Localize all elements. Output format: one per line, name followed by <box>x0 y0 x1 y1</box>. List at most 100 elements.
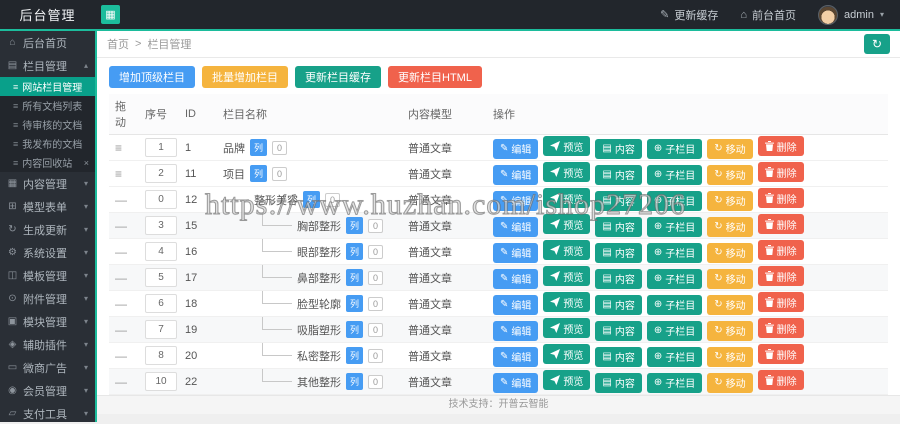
sidebar-item-10[interactable]: ▭ 微商广告 ▾ <box>0 356 95 379</box>
action-button-preview[interactable]: 预览 <box>543 344 591 365</box>
drag-handle-icon[interactable]: — <box>115 271 127 285</box>
action-button-subcolumn[interactable]: ⊕ 子栏目 <box>646 320 703 341</box>
sidebar-item-2[interactable]: ▦ 内容管理 ▾ <box>0 172 95 195</box>
toolbar-button-0[interactable]: 增加顶级栏目 <box>109 66 195 88</box>
action-button-move[interactable]: ↻ 移动 <box>707 164 753 185</box>
column-name[interactable]: 私密整形 <box>297 348 341 364</box>
drag-handle-icon[interactable]: — <box>115 349 127 363</box>
sidebar-subitem-4[interactable]: ≡ 内容回收站 × <box>0 153 95 172</box>
column-name[interactable]: 品牌 <box>223 140 245 156</box>
action-button-preview[interactable]: 预览 <box>543 292 591 313</box>
sidebar-item-12[interactable]: ▱ 支付工具 ▾ <box>0 402 95 424</box>
drag-handle-icon[interactable]: — <box>115 375 127 389</box>
sidebar-item-9[interactable]: ◈ 辅助插件 ▾ <box>0 333 95 356</box>
action-button-move[interactable]: ↻ 移动 <box>707 294 753 315</box>
action-button-preview[interactable]: 预览 <box>543 136 591 157</box>
sidebar-subitem-0[interactable]: ≡ 网站栏目管理 <box>0 77 95 96</box>
sort-input[interactable] <box>145 190 177 209</box>
action-button-delete[interactable]: 删除 <box>757 136 804 157</box>
sidebar-item-7[interactable]: ⊙ 附件管理 ▾ <box>0 287 95 310</box>
action-button-move[interactable]: ↻ 移动 <box>707 138 753 159</box>
toolbar-button-3[interactable]: 更新栏目HTML <box>388 66 482 88</box>
action-button-edit[interactable]: ✎ 编辑 <box>493 268 539 289</box>
front-home-link[interactable]: ⌂ 前台首页 <box>740 7 796 23</box>
action-button-move[interactable]: ↻ 移动 <box>707 190 753 211</box>
action-button-subcolumn[interactable]: ⊕ 子栏目 <box>646 294 703 315</box>
sidebar-subitem-3[interactable]: ≡ 我发布的文档 <box>0 134 95 153</box>
toolbar-button-1[interactable]: 批量增加栏目 <box>202 66 288 88</box>
action-button-subcolumn[interactable]: ⊕ 子栏目 <box>646 372 703 393</box>
action-button-subcolumn[interactable]: ⊕ 子栏目 <box>646 346 703 367</box>
menu-toggle-button[interactable]: ▦ <box>101 5 120 24</box>
action-button-move[interactable]: ↻ 移动 <box>707 346 753 367</box>
column-name[interactable]: 项目 <box>223 166 245 182</box>
action-button-content[interactable]: ▤ 内容 <box>595 346 642 367</box>
drag-handle-icon[interactable]: ≡ <box>115 141 122 155</box>
action-button-content[interactable]: ▤ 内容 <box>595 138 642 159</box>
sidebar-item-6[interactable]: ◫ 模板管理 ▾ <box>0 264 95 287</box>
list-badge[interactable]: 列 <box>346 217 364 234</box>
sidebar-item-3[interactable]: ⊞ 模型表单 ▾ <box>0 195 95 218</box>
drag-handle-icon[interactable]: — <box>115 219 127 233</box>
drag-handle-icon[interactable]: — <box>115 323 127 337</box>
sort-input[interactable] <box>145 372 177 391</box>
sort-input[interactable] <box>145 346 177 365</box>
action-button-edit[interactable]: ✎ 编辑 <box>493 216 539 237</box>
action-button-delete[interactable]: 删除 <box>757 240 804 261</box>
list-badge[interactable]: 列 <box>346 269 364 286</box>
column-name[interactable]: 眼部整形 <box>297 244 341 260</box>
column-name[interactable]: 鼻部整形 <box>297 270 341 286</box>
action-button-content[interactable]: ▤ 内容 <box>595 294 642 315</box>
action-button-edit[interactable]: ✎ 编辑 <box>493 346 539 367</box>
sort-input[interactable] <box>145 138 177 157</box>
sort-input[interactable] <box>145 320 177 339</box>
sort-input[interactable] <box>145 242 177 261</box>
drag-handle-icon[interactable]: — <box>115 297 127 311</box>
action-button-move[interactable]: ↻ 移动 <box>707 242 753 263</box>
action-button-delete[interactable]: 删除 <box>757 344 804 365</box>
sort-input[interactable] <box>145 216 177 235</box>
sidebar-item-8[interactable]: ▣ 模块管理 ▾ <box>0 310 95 333</box>
action-button-subcolumn[interactable]: ⊕ 子栏目 <box>646 216 703 237</box>
sidebar-item-4[interactable]: ↻ 生成更新 ▾ <box>0 218 95 241</box>
action-button-content[interactable]: ▤ 内容 <box>595 216 642 237</box>
action-button-content[interactable]: ▤ 内容 <box>595 320 642 341</box>
close-icon[interactable]: × <box>84 158 89 168</box>
column-name[interactable]: 吸脂塑形 <box>297 322 341 338</box>
sidebar-item-0[interactable]: ⌂ 后台首页 <box>0 31 95 54</box>
action-button-preview[interactable]: 预览 <box>543 162 591 183</box>
column-name[interactable]: 整形美容 <box>254 192 298 208</box>
list-badge[interactable]: 列 <box>346 295 364 312</box>
sidebar-item-1[interactable]: ▤ 栏目管理 ▴ <box>0 54 95 77</box>
action-button-subcolumn[interactable]: ⊕ 子栏目 <box>646 242 703 263</box>
user-menu[interactable]: admin ▾ <box>818 4 884 25</box>
action-button-edit[interactable]: ✎ 编辑 <box>493 242 539 263</box>
action-button-edit[interactable]: ✎ 编辑 <box>493 164 539 185</box>
breadcrumb-home-link[interactable]: 首页 <box>107 36 129 52</box>
action-button-subcolumn[interactable]: ⊕ 子栏目 <box>646 190 703 211</box>
list-badge[interactable]: 列 <box>303 191 321 208</box>
update-cache-link[interactable]: ✎ 更新缓存 <box>660 7 718 23</box>
sort-input[interactable] <box>145 294 177 313</box>
action-button-preview[interactable]: 预览 <box>543 188 591 209</box>
sort-input[interactable] <box>145 268 177 287</box>
action-button-subcolumn[interactable]: ⊕ 子栏目 <box>646 268 703 289</box>
action-button-preview[interactable]: 预览 <box>543 318 591 339</box>
drag-handle-icon[interactable]: ≡ <box>115 167 122 181</box>
action-button-move[interactable]: ↻ 移动 <box>707 320 753 341</box>
list-badge[interactable]: 列 <box>346 243 364 260</box>
action-button-move[interactable]: ↻ 移动 <box>707 372 753 393</box>
action-button-subcolumn[interactable]: ⊕ 子栏目 <box>646 164 703 185</box>
action-button-edit[interactable]: ✎ 编辑 <box>493 372 539 393</box>
action-button-subcolumn[interactable]: ⊕ 子栏目 <box>646 138 703 159</box>
action-button-move[interactable]: ↻ 移动 <box>707 216 753 237</box>
sort-input[interactable] <box>145 164 177 183</box>
sidebar-item-5[interactable]: ⚙ 系统设置 ▾ <box>0 241 95 264</box>
action-button-edit[interactable]: ✎ 编辑 <box>493 294 539 315</box>
action-button-content[interactable]: ▤ 内容 <box>595 164 642 185</box>
action-button-content[interactable]: ▤ 内容 <box>595 242 642 263</box>
action-button-edit[interactable]: ✎ 编辑 <box>493 190 539 211</box>
action-button-content[interactable]: ▤ 内容 <box>595 190 642 211</box>
column-name[interactable]: 其他整形 <box>297 374 341 390</box>
action-button-delete[interactable]: 删除 <box>757 266 804 287</box>
